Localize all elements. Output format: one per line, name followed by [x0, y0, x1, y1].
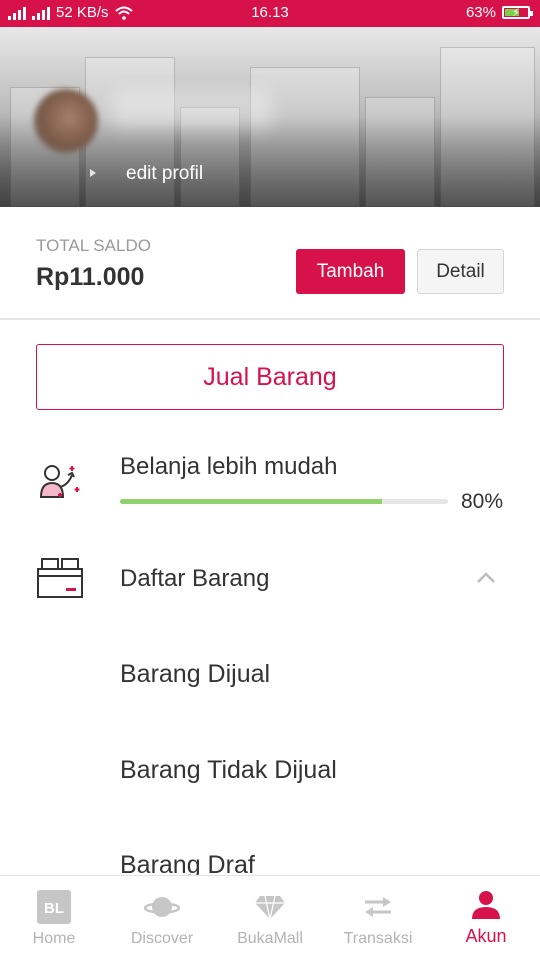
- status-bar: 52 KB/s 16.13 63% ⚡: [0, 0, 540, 27]
- balance-detail-button[interactable]: Detail: [417, 249, 504, 294]
- profile-header: edit profil: [0, 27, 540, 207]
- product-list-item-unlisted[interactable]: Barang Tidak Dijual: [120, 756, 337, 785]
- edit-arrow-icon: [90, 169, 96, 177]
- shopping-progress-percent: 80%: [461, 490, 504, 513]
- user-name-blurred: [112, 89, 272, 129]
- bl-logo-icon: BL: [37, 890, 71, 924]
- shopper-sparkle-icon: [39, 465, 80, 498]
- nav-bukamall[interactable]: BukaMall: [216, 876, 324, 960]
- product-list-item-listed[interactable]: Barang Dijual: [120, 660, 270, 689]
- edit-profile-link[interactable]: edit profil: [126, 163, 203, 185]
- nav-bukamall-label: BukaMall: [237, 930, 303, 947]
- nav-akun-label: Akun: [465, 926, 507, 946]
- nav-transaksi[interactable]: Transaksi: [324, 876, 432, 960]
- shopping-progress-bar: [120, 499, 448, 504]
- avatar[interactable]: [34, 89, 98, 153]
- balance-label: TOTAL SALDO: [36, 236, 151, 255]
- nav-transaksi-label: Transaksi: [343, 930, 413, 947]
- sell-item-button[interactable]: Jual Barang: [36, 344, 504, 410]
- diamond-icon: [255, 895, 285, 920]
- battery-icon: ⚡: [502, 6, 533, 19]
- nav-home[interactable]: BL Home: [0, 876, 108, 960]
- balance-amount: Rp11.000: [36, 263, 145, 291]
- user-icon: [472, 891, 500, 919]
- nav-akun[interactable]: Akun: [432, 876, 540, 960]
- battery-percent: 63%: [465, 4, 496, 21]
- shopping-progress-title[interactable]: Belanja lebih mudah: [120, 453, 338, 481]
- add-balance-button[interactable]: Tambah: [296, 249, 405, 294]
- bottom-nav: BL Home Discover BukaMall Transaksi Akun: [0, 875, 540, 960]
- shopping-progress-fill: [120, 499, 383, 504]
- planet-icon: [144, 897, 180, 917]
- product-list-title[interactable]: Daftar Barang: [120, 565, 269, 593]
- nav-home-label: Home: [32, 930, 76, 947]
- balance-section: TOTAL SALDO Rp11.000 Tambah Detail: [0, 207, 540, 320]
- clock: 16.13: [251, 4, 289, 21]
- svg-text:BL: BL: [44, 900, 64, 917]
- swap-arrows-icon: [365, 897, 391, 917]
- chevron-up-icon[interactable]: [476, 570, 496, 584]
- nav-discover-label: Discover: [130, 930, 194, 947]
- nav-discover[interactable]: Discover: [108, 876, 216, 960]
- product-boxes-icon: [37, 558, 83, 598]
